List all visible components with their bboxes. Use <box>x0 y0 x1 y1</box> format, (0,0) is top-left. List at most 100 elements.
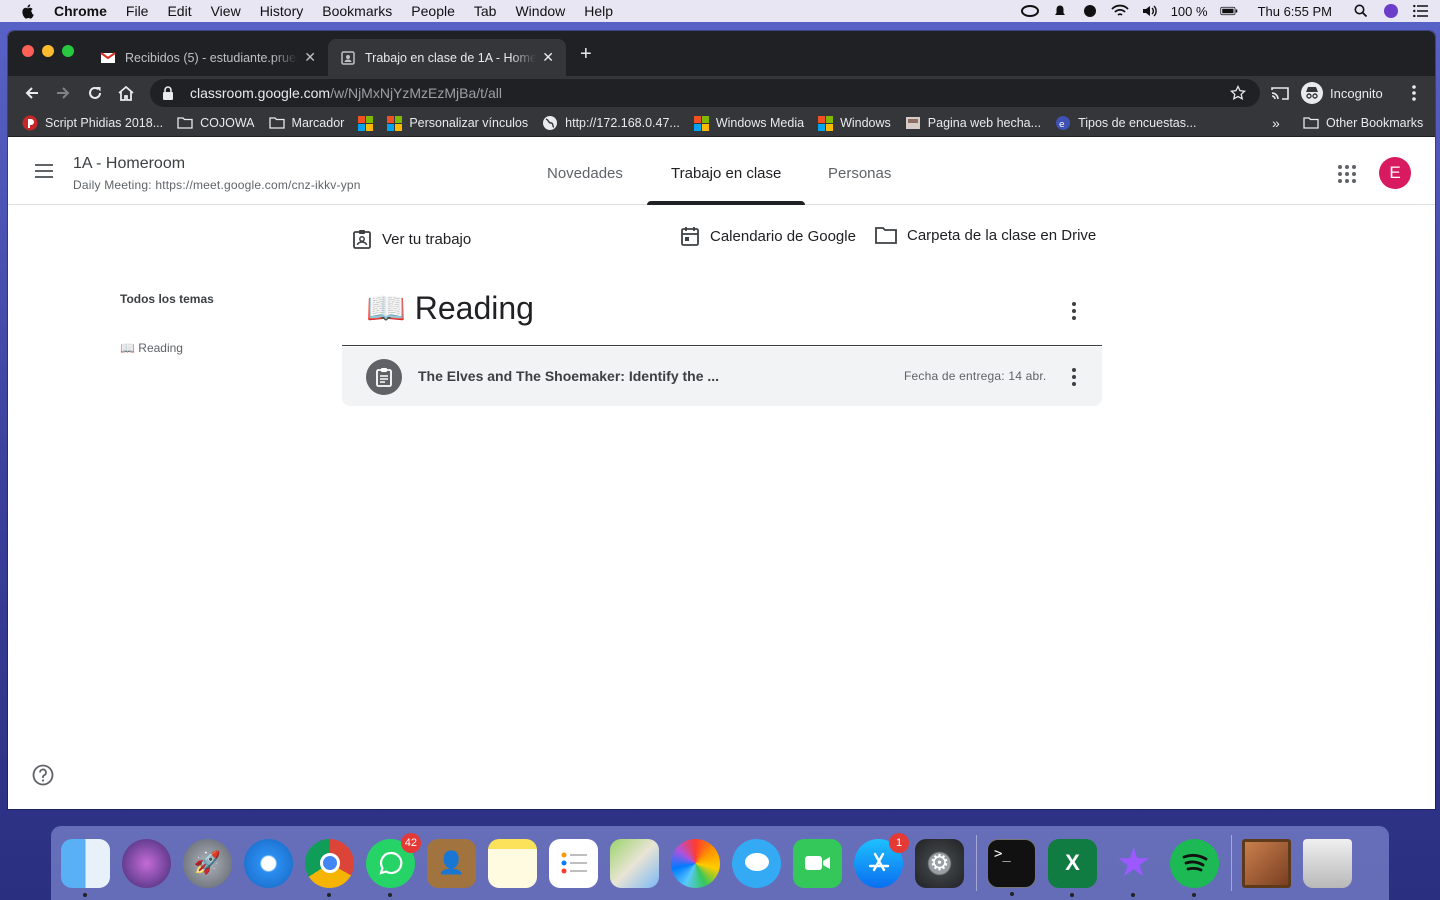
dock-terminal-icon[interactable]: >_ <box>987 838 1036 896</box>
menu-edit[interactable]: Edit <box>167 3 191 19</box>
topic-header: 📖 Reading <box>342 281 1102 346</box>
new-tab-icon[interactable]: + <box>580 43 592 66</box>
address-bar[interactable]: classroom.google.com/w/NjMxNjYzMzEzMjBa/… <box>150 79 1260 107</box>
menu-window[interactable]: Window <box>515 3 565 19</box>
menu-clock[interactable]: Thu 6:55 PM <box>1258 4 1332 19</box>
dock-chrome-icon[interactable] <box>305 838 354 897</box>
assignment-item[interactable]: The Elves and The Shoemaker: Identify th… <box>342 347 1102 406</box>
back-icon[interactable] <box>22 83 42 103</box>
profile-label: Incognito <box>1330 85 1383 101</box>
globe-icon <box>543 116 558 130</box>
bookmark-label: Windows <box>840 116 891 130</box>
bookmark-pagina-web[interactable]: Pagina web hecha... <box>905 115 1041 131</box>
zoom-window-button[interactable] <box>62 45 74 57</box>
tab-trabajo-en-clase[interactable]: Trabajo en clase <box>646 141 806 205</box>
dock-trash-icon[interactable] <box>1303 838 1352 888</box>
dock-excel-icon[interactable]: X <box>1048 838 1097 897</box>
menu-view[interactable]: View <box>211 3 241 19</box>
bookmark-tipos-encuestas[interactable]: e Tipos de encuestas... <box>1055 115 1196 131</box>
dock-photos-icon[interactable] <box>671 838 720 888</box>
sidebar-topic-reading[interactable]: 📖 Reading <box>120 341 183 355</box>
close-tab-icon[interactable]: ✕ <box>542 49 554 66</box>
tab-novedades[interactable]: Novedades <box>547 141 623 205</box>
view-your-work-button[interactable]: Ver tu trabajo <box>352 229 471 249</box>
shield-status-icon[interactable] <box>1081 3 1099 19</box>
menu-tab[interactable]: Tab <box>474 3 497 19</box>
bookmark-personalizar-vinculos[interactable]: Personalizar vínculos <box>387 115 528 131</box>
dock-system-preferences-icon[interactable]: ⚙ <box>915 838 964 888</box>
avatar[interactable]: E <box>1379 157 1411 189</box>
dock-app-store-icon[interactable]: 1 <box>854 832 909 888</box>
creative-cloud-icon[interactable] <box>1020 3 1039 19</box>
google-calendar-button[interactable]: Calendario de Google <box>680 226 856 246</box>
menu-bookmarks[interactable]: Bookmarks <box>322 3 392 19</box>
home-icon[interactable] <box>116 83 136 103</box>
dock-maps-icon[interactable] <box>610 838 659 888</box>
incognito-profile-button[interactable]: Incognito <box>1301 81 1383 105</box>
tab-classroom[interactable]: Trabajo en clase de 1A - Homeroom ✕ <box>328 39 566 76</box>
all-topics-link[interactable]: Todos los temas <box>120 292 214 306</box>
assignment-more-options-icon[interactable] <box>1064 367 1084 387</box>
dock-safari-icon[interactable] <box>244 838 293 888</box>
topic-more-options-icon[interactable] <box>1064 301 1084 321</box>
assignment-title[interactable]: The Elves and The Shoemaker: Identify th… <box>418 368 719 384</box>
bookmark-label: Marcador <box>291 116 345 130</box>
help-icon[interactable] <box>32 764 54 786</box>
class-title[interactable]: 1A - Homeroom <box>73 155 185 173</box>
dock-facetime-icon[interactable] <box>793 838 842 888</box>
bookmark-marcador[interactable]: Marcador <box>268 115 345 131</box>
reload-icon[interactable] <box>85 83 105 103</box>
menu-help[interactable]: Help <box>584 3 613 19</box>
bookmark-label: Tipos de encuestas... <box>1078 116 1197 130</box>
cast-icon[interactable] <box>1270 83 1290 103</box>
notification-icon[interactable] <box>1051 3 1069 19</box>
chrome-menu-icon[interactable] <box>1404 83 1424 103</box>
bookmark-other-bookmarks[interactable]: Other Bookmarks <box>1303 115 1423 131</box>
menu-file[interactable]: File <box>126 3 149 19</box>
dock-preview-icon[interactable] <box>1242 838 1291 888</box>
lock-icon[interactable] <box>162 86 174 100</box>
battery-icon[interactable] <box>1219 3 1238 19</box>
dock-imovie-icon[interactable]: ★ <box>1109 839 1158 897</box>
google-apps-icon[interactable] <box>1338 165 1356 183</box>
phidias-icon <box>22 115 38 131</box>
wifi-icon[interactable] <box>1111 3 1129 19</box>
dock-whatsapp-icon[interactable]: 42 <box>366 832 421 897</box>
dock-contacts-icon[interactable]: 👤 <box>427 838 476 888</box>
close-window-button[interactable] <box>22 45 34 57</box>
bookmark-microsoft[interactable] <box>358 115 374 131</box>
class-drive-folder-button[interactable]: Carpeta de la clase en Drive <box>875 226 1096 244</box>
dock-finder-icon[interactable] <box>61 838 110 897</box>
dock-notes-icon[interactable] <box>488 838 537 888</box>
main-menu-icon[interactable] <box>34 163 54 179</box>
apple-icon[interactable] <box>20 3 36 19</box>
bookmark-cojowa[interactable]: COJOWA <box>177 115 255 131</box>
bookmark-windows-media[interactable]: Windows Media <box>693 115 804 131</box>
notification-center-icon[interactable] <box>1412 3 1430 19</box>
close-tab-icon[interactable]: ✕ <box>304 49 316 66</box>
volume-icon[interactable] <box>1141 3 1159 19</box>
folder-icon <box>875 227 897 244</box>
menu-chrome[interactable]: Chrome <box>54 3 107 19</box>
bookmark-ip-address[interactable]: http://172.168.0.47... <box>542 115 680 131</box>
dock-siri-icon[interactable] <box>122 838 171 888</box>
bookmark-script-phidias[interactable]: Script Phidias 2018... <box>22 115 163 131</box>
menu-history[interactable]: History <box>260 3 304 19</box>
calendar-icon <box>681 227 699 246</box>
dock-launchpad-icon[interactable]: 🚀 <box>183 838 232 888</box>
tab-personas[interactable]: Personas <box>828 141 891 205</box>
minimize-window-button[interactable] <box>42 45 54 57</box>
forward-icon[interactable] <box>53 83 73 103</box>
siri-icon[interactable] <box>1382 3 1400 19</box>
spotlight-icon[interactable] <box>1352 3 1370 19</box>
dock-separator <box>1231 835 1232 891</box>
menu-people[interactable]: People <box>411 3 455 19</box>
dock-messages-icon[interactable] <box>732 838 781 888</box>
dock-spotify-icon[interactable] <box>1170 838 1219 897</box>
bookmark-star-icon[interactable] <box>1230 85 1246 101</box>
bookmark-windows[interactable]: Windows <box>818 115 891 131</box>
url-host: classroom.google.com <box>190 85 331 101</box>
tab-gmail[interactable]: Recibidos (5) - estudiante.prueba ✕ <box>88 39 328 76</box>
dock-reminders-icon[interactable] <box>549 838 598 888</box>
more-bookmarks-icon[interactable]: » <box>1272 115 1280 131</box>
